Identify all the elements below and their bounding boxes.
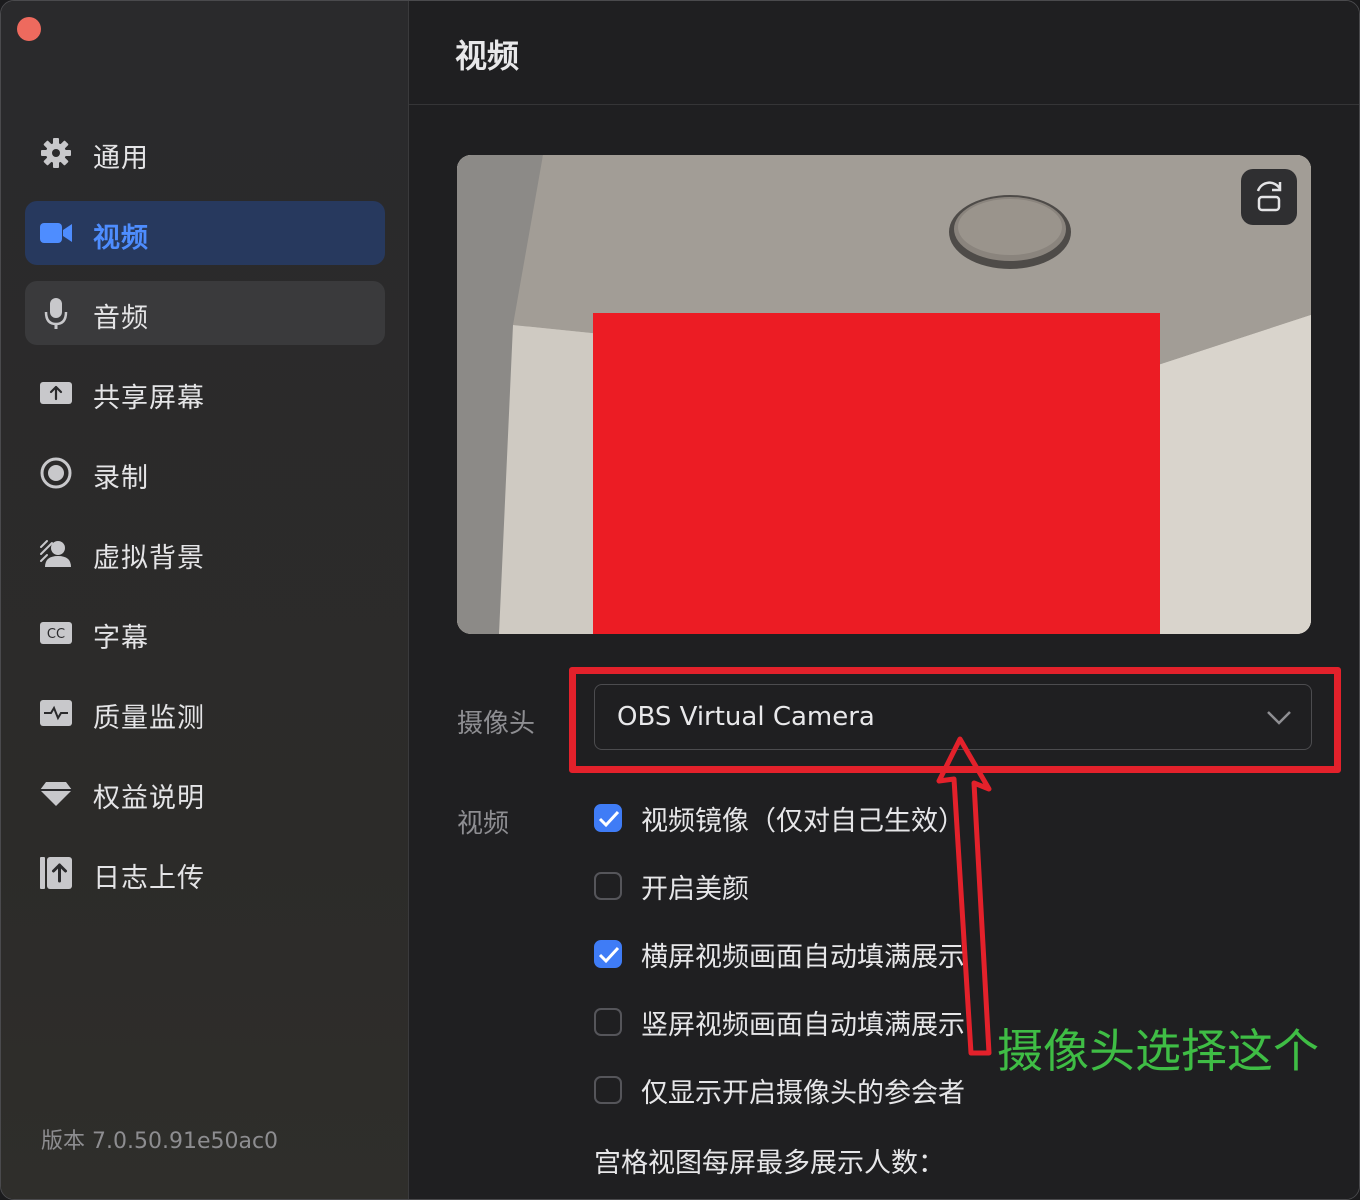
option-label: 视频镜像（仅对自己生效） — [641, 806, 965, 837]
sidebar: 通用 视频 音频 共享屏幕 录制 虚拟背景 CC 字幕 质量监测 权益说明 日志… — [1, 1, 409, 1199]
checkmark-icon — [598, 946, 620, 964]
camera-label: 摄像头 — [457, 709, 536, 739]
sidebar-item-virtual-background[interactable]: 虚拟背景 — [25, 521, 385, 585]
annotation-arrow — [936, 736, 992, 1056]
sidebar-item-label: 共享屏幕 — [93, 383, 205, 414]
sidebar-item-label: 日志上传 — [93, 863, 205, 894]
checkbox-mirror-video[interactable] — [594, 804, 622, 832]
redaction-block — [593, 313, 1160, 634]
option-label: 仅显示开启摄像头的参会者 — [641, 1078, 965, 1109]
sidebar-item-label: 质量监测 — [93, 703, 205, 734]
sidebar-item-record[interactable]: 录制 — [25, 441, 385, 505]
svg-text:CC: CC — [47, 627, 65, 642]
closed-caption-icon: CC — [40, 622, 72, 644]
sidebar-item-captions[interactable]: CC 字幕 — [25, 601, 385, 665]
rotate-camera-button[interactable] — [1241, 169, 1297, 225]
title-divider — [409, 104, 1359, 105]
checkbox-portrait-fill[interactable] — [594, 1008, 622, 1036]
sidebar-item-share-screen[interactable]: 共享屏幕 — [25, 361, 385, 425]
virtual-background-icon — [40, 540, 71, 567]
checkbox-landscape-fill[interactable] — [594, 940, 622, 968]
sidebar-item-label: 通用 — [93, 143, 149, 174]
sidebar-item-video[interactable]: 视频 — [25, 201, 385, 265]
sidebar-item-label: 音频 — [93, 303, 149, 334]
pulse-monitor-icon — [40, 700, 72, 726]
grid-view-max-label: 宫格视图每屏最多展示人数： — [594, 1148, 945, 1179]
version-text: 版本 7.0.50.91e50ac0 — [41, 1129, 279, 1154]
microphone-icon — [44, 298, 68, 329]
diamond-icon — [40, 782, 72, 806]
sidebar-item-label: 虚拟背景 — [93, 543, 205, 574]
rotate-icon — [1256, 181, 1282, 212]
close-window-button[interactable] — [17, 17, 41, 41]
gear-icon — [41, 138, 71, 168]
sidebar-item-label: 权益说明 — [93, 783, 205, 814]
video-camera-icon — [40, 223, 72, 243]
annotation-text: 摄像头选择这个 — [997, 1024, 1319, 1078]
sidebar-item-label: 视频 — [93, 223, 149, 254]
page-title: 视频 — [455, 37, 520, 75]
upload-log-icon — [40, 857, 72, 889]
sidebar-item-general[interactable]: 通用 — [25, 121, 385, 185]
camera-preview — [457, 155, 1311, 634]
option-label: 开启美颜 — [641, 874, 749, 905]
sidebar-item-quality-monitor[interactable]: 质量监测 — [25, 681, 385, 745]
sidebar-item-label: 字幕 — [93, 623, 149, 654]
checkmark-icon — [598, 810, 620, 828]
option-label: 横屏视频画面自动填满展示 — [641, 942, 965, 973]
sidebar-item-log-upload[interactable]: 日志上传 — [25, 841, 385, 905]
option-label: 竖屏视频画面自动填满展示 — [641, 1010, 965, 1041]
checkbox-beauty[interactable] — [594, 872, 622, 900]
checkbox-show-video-only[interactable] — [594, 1076, 622, 1104]
settings-window: 通用 视频 音频 共享屏幕 录制 虚拟背景 CC 字幕 质量监测 权益说明 日志… — [0, 0, 1360, 1200]
video-options-label: 视频 — [457, 809, 510, 839]
sidebar-item-audio[interactable]: 音频 — [25, 281, 385, 345]
record-icon — [40, 457, 72, 489]
share-screen-icon — [40, 382, 72, 404]
sidebar-item-benefits[interactable]: 权益说明 — [25, 761, 385, 825]
sidebar-item-label: 录制 — [93, 463, 149, 494]
sidebar-nav: 通用 视频 音频 共享屏幕 录制 虚拟背景 CC 字幕 质量监测 权益说明 日志… — [25, 121, 385, 921]
